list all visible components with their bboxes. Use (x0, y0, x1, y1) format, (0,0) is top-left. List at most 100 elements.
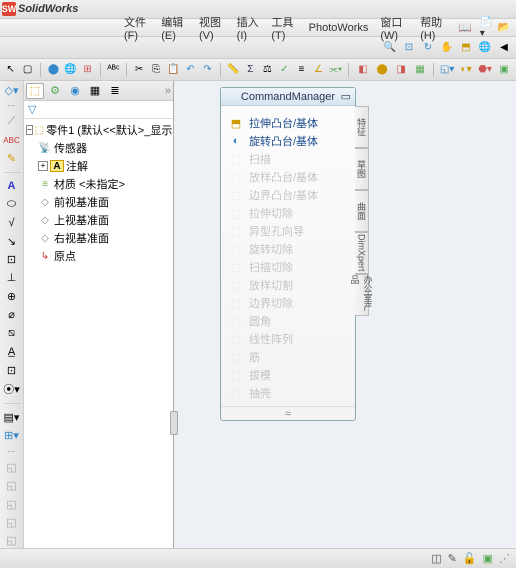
centerline-icon[interactable]: ⦿▾ (3, 381, 21, 397)
display-style-icon[interactable]: ◱▾ (439, 62, 455, 78)
zoom-fit-icon[interactable]: ⊡ (401, 40, 417, 56)
link-icon[interactable]: ⫘▾ (329, 62, 342, 78)
tree-item-right-plane[interactable]: ◇ 右视基准面 (24, 229, 173, 247)
menu-file[interactable]: 文件(F) (118, 14, 155, 42)
cube3-icon[interactable]: ◱ (3, 497, 21, 511)
tree-tabs-more-icon[interactable]: » (165, 85, 171, 97)
cube2-icon[interactable]: ◱ (3, 478, 21, 492)
sphere-icon[interactable]: ⬤ (47, 62, 60, 78)
select-icon[interactable]: ↖ (4, 62, 17, 78)
globe-icon[interactable]: 🌐 (64, 62, 77, 78)
undo-icon[interactable]: ↶ (184, 62, 197, 78)
tree-tab-render[interactable]: ▦ (86, 83, 104, 99)
pan-icon[interactable]: ✋ (439, 40, 455, 56)
command-manager-title[interactable]: CommandManager ▭ (221, 88, 355, 106)
status-stop-icon[interactable]: ▣ (483, 552, 493, 565)
cube4-icon[interactable]: ◱ (3, 515, 21, 529)
expand-icon[interactable]: − (26, 125, 33, 135)
open-doc-icon[interactable]: 📂 (496, 20, 512, 36)
balloon-icon[interactable]: ⬭ (3, 197, 21, 211)
note-icon[interactable]: ✎ (3, 151, 21, 165)
cube5-icon[interactable]: ◱ (3, 534, 21, 548)
tree-item-top-plane[interactable]: ◇ 上视基准面 (24, 211, 173, 229)
hole-callout-icon[interactable]: ⌀ (3, 308, 21, 322)
cube1-icon[interactable]: ◱ (3, 460, 21, 474)
mass-icon[interactable]: ⚖ (261, 62, 274, 78)
rotate-view-icon[interactable]: ↻ (420, 40, 436, 56)
check-icon[interactable]: ✓ (278, 62, 291, 78)
pointer-icon[interactable]: ▢ (21, 62, 34, 78)
grid-icon[interactable]: ⊞ (81, 62, 94, 78)
panel-menu-icon[interactable]: ▭ (341, 90, 351, 103)
smart-dim-icon[interactable]: ⟋ (3, 114, 21, 128)
tree-tab-config[interactable]: ⚙ (46, 83, 64, 99)
weld-icon[interactable]: ↘ (3, 234, 21, 248)
hide-show-icon[interactable]: ◐▾ (458, 62, 474, 78)
tree-item-origin[interactable]: ↳ 原点 (24, 247, 173, 265)
side-tab-dimxpert[interactable]: DimXpert (355, 232, 369, 274)
menu-help[interactable]: 帮助(H) (414, 14, 452, 42)
tree-tab-layers[interactable]: ≣ (106, 83, 124, 99)
cmd-item-0[interactable]: ⬒拉伸凸台/基体 (225, 114, 351, 132)
side-tab-surface[interactable]: 曲面 (355, 190, 369, 232)
menu-edit[interactable]: 编辑(E) (155, 14, 193, 42)
side-tab-sketch[interactable]: 草图 (355, 148, 369, 190)
shaded-edges-icon[interactable]: ◧ (355, 62, 371, 78)
cut-icon[interactable]: ✂ (133, 62, 146, 78)
status-edit-icon[interactable]: ✎ (448, 552, 457, 565)
geom-tol-icon[interactable]: ⊡ (3, 252, 21, 266)
spell-icon[interactable]: ᴬᴮᶜ (107, 62, 120, 78)
wireframe-icon[interactable]: ▦ (412, 62, 428, 78)
surface-finish-icon[interactable]: √ (3, 215, 21, 229)
menu-tools[interactable]: 工具(T) (265, 14, 302, 42)
angle-icon[interactable]: ∠ (312, 62, 325, 78)
abc-icon[interactable]: ABC (3, 133, 21, 147)
menu-window[interactable]: 窗口(W) (374, 14, 414, 42)
target-icon[interactable]: ⊕ (3, 289, 21, 303)
area-icon[interactable]: ▤▾ (3, 410, 21, 424)
menu-photoworks[interactable]: PhotoWorks (303, 22, 375, 34)
new-doc-icon[interactable]: 📄▾ (478, 20, 494, 36)
expand-icon[interactable]: + (38, 161, 48, 171)
prev-view-icon[interactable]: ◀ (496, 40, 512, 56)
tree-filter[interactable]: ▽ (24, 101, 173, 119)
text-icon[interactable]: A (3, 179, 21, 193)
paste-icon[interactable]: 📋 (167, 62, 180, 78)
viewport[interactable]: CommandManager ▭ ⬒拉伸凸台/基体◐旋转凸台/基体⬚扫描⬚放样凸… (174, 81, 516, 548)
table-icon[interactable]: ⊞▾ (3, 429, 21, 443)
redo-icon[interactable]: ↷ (201, 62, 214, 78)
tree-item-front-plane[interactable]: ◇ 前视基准面 (24, 193, 173, 211)
appearance-icon[interactable]: ⬣▾ (477, 62, 493, 78)
hatch-icon[interactable]: ⧅ (3, 326, 21, 340)
menu-insert[interactable]: 插入(I) (231, 14, 266, 42)
hidden-removed-icon[interactable]: ◨ (393, 62, 409, 78)
section-view-icon[interactable]: ⬒ (458, 40, 474, 56)
menu-view[interactable]: 视图(V) (193, 14, 231, 42)
tree-root[interactable]: − ⬚ 零件1 (默认<<默认>_显示状态 (24, 121, 173, 139)
tree-item-sensor[interactable]: 📡 传感器 (24, 139, 173, 157)
help-icon[interactable]: 📖 (452, 21, 478, 34)
view-orient-icon[interactable]: 🌐 (477, 40, 493, 56)
sketch-line-icon[interactable]: ◇▾ (3, 83, 21, 97)
datum-icon[interactable]: ⊥ (3, 271, 21, 285)
copy-icon[interactable]: ⎘ (150, 62, 163, 78)
sigma-icon[interactable]: Σ (244, 62, 257, 78)
block-icon[interactable]: A̲ (3, 344, 21, 358)
zoom-area-icon[interactable]: 🔍 (382, 40, 398, 56)
cmd-item-1[interactable]: ◐旋转凸台/基体 (225, 132, 351, 150)
side-tab-office[interactable]: 办公室产品 (355, 274, 369, 316)
measure-icon[interactable]: 📏 (227, 62, 240, 78)
tree-tab-display[interactable]: ◉ (66, 83, 84, 99)
status-lock-icon[interactable]: 🔓 (463, 552, 477, 565)
tree-item-annotations[interactable]: + A 注解 (24, 157, 173, 175)
tree-item-material[interactable]: ≡ 材质 <未指定> (24, 175, 173, 193)
command-manager-expand[interactable]: ≈ (221, 406, 355, 420)
equation-icon[interactable]: ≡ (295, 62, 308, 78)
splitter-grip[interactable] (170, 411, 178, 435)
scene-icon[interactable]: ▣ (496, 62, 512, 78)
side-tab-features[interactable]: 特征 (355, 106, 369, 148)
cmd-item-icon: ⬚ (229, 206, 243, 220)
tree-tab-feature[interactable]: ⬚ (26, 83, 44, 99)
center-mark-icon[interactable]: ⊡ (3, 363, 21, 377)
shaded-icon[interactable]: ⬤ (374, 62, 390, 78)
